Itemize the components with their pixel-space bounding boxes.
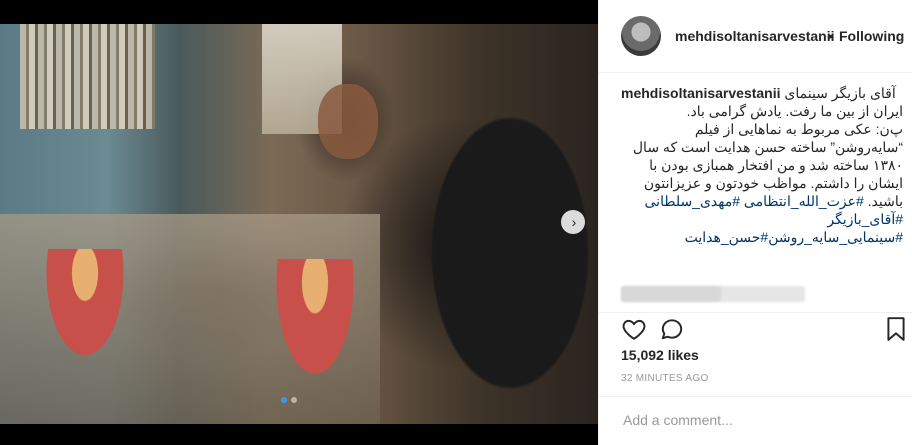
caption-line-6: ایشان را داشتم. مواظب خودتون و عزیزانتون: [643, 175, 903, 191]
caption-line-3: پ‌ن: عکی مربوط به نماهایی از فیلم: [694, 121, 903, 137]
caption-username[interactable]: mehdisoltanisarvestanii: [621, 85, 781, 101]
comment-icon[interactable]: [659, 316, 685, 342]
caption-line-5: ۱۳۸۰ ساخته شد و من افتخار همبازی بودن با: [649, 157, 903, 173]
post-photo[interactable]: [0, 24, 598, 424]
hashtag-link[interactable]: #حسن_هدایت: [685, 229, 769, 245]
blurred-comment-name: [621, 286, 721, 302]
post-media: ›: [0, 0, 598, 445]
post-caption: mehdisoltanisarvestanii آقای بازیگر سینم…: [621, 84, 903, 246]
header-separator: •: [828, 28, 833, 44]
post-timestamp[interactable]: 32 MINUTES AGO: [621, 373, 709, 384]
caption-line-4: “سایه‌روشن” ساخته حسن هدایت است که سال: [632, 139, 903, 155]
carousel-dot: [291, 397, 297, 403]
hashtag-link[interactable]: #مهدی_سلطانی: [645, 193, 741, 209]
carousel-next-button[interactable]: ›: [561, 210, 585, 234]
bookshelf-scene: [20, 24, 155, 129]
bookmark-icon[interactable]: [885, 316, 907, 342]
hashtag-link[interactable]: #سینمایی_سایه_روشن: [768, 229, 903, 245]
post-side-panel: mehdisoltanisarvestanii • Following mehd…: [598, 0, 912, 445]
instagram-post-view: › mehdisoltanisarvestanii • Following me…: [0, 0, 912, 445]
heart-icon[interactable]: [621, 316, 647, 342]
add-comment-input[interactable]: [621, 407, 895, 433]
carousel-dot-active: [281, 397, 287, 403]
caption-line-8: #آقای_بازیگر: [621, 210, 903, 228]
caption-line-1: آقای بازیگر سینمای: [784, 85, 896, 101]
post-header: mehdisoltanisarvestanii • Following: [599, 0, 912, 73]
hashtag-link[interactable]: #آقای_بازیگر: [827, 211, 903, 227]
like-count[interactable]: 15,092 likes: [621, 347, 699, 363]
caption-line-2: ایران از بین ما رفت. یادش گرامی باد.: [686, 103, 903, 119]
header-username[interactable]: mehdisoltanisarvestanii: [675, 28, 835, 44]
action-bar: [599, 312, 912, 352]
caption-line-9: #سینمایی_سایه_روشن#حسن_هدایت: [621, 228, 903, 246]
caption-line-7: باشید. #عزت_الله_انتظامی #مهدی_سلطانی: [621, 192, 904, 210]
chevron-right-icon: ›: [571, 214, 577, 230]
hashtag-link[interactable]: #عزت_الله_انتظامی: [744, 193, 864, 209]
avatar[interactable]: [621, 16, 661, 56]
caption-line-7-prefix: باشید.: [867, 193, 903, 209]
man-face: [318, 84, 378, 159]
following-button[interactable]: Following: [839, 28, 904, 44]
carousel-dots: [281, 397, 297, 403]
doll-left: [40, 249, 130, 369]
divider: [599, 396, 912, 397]
